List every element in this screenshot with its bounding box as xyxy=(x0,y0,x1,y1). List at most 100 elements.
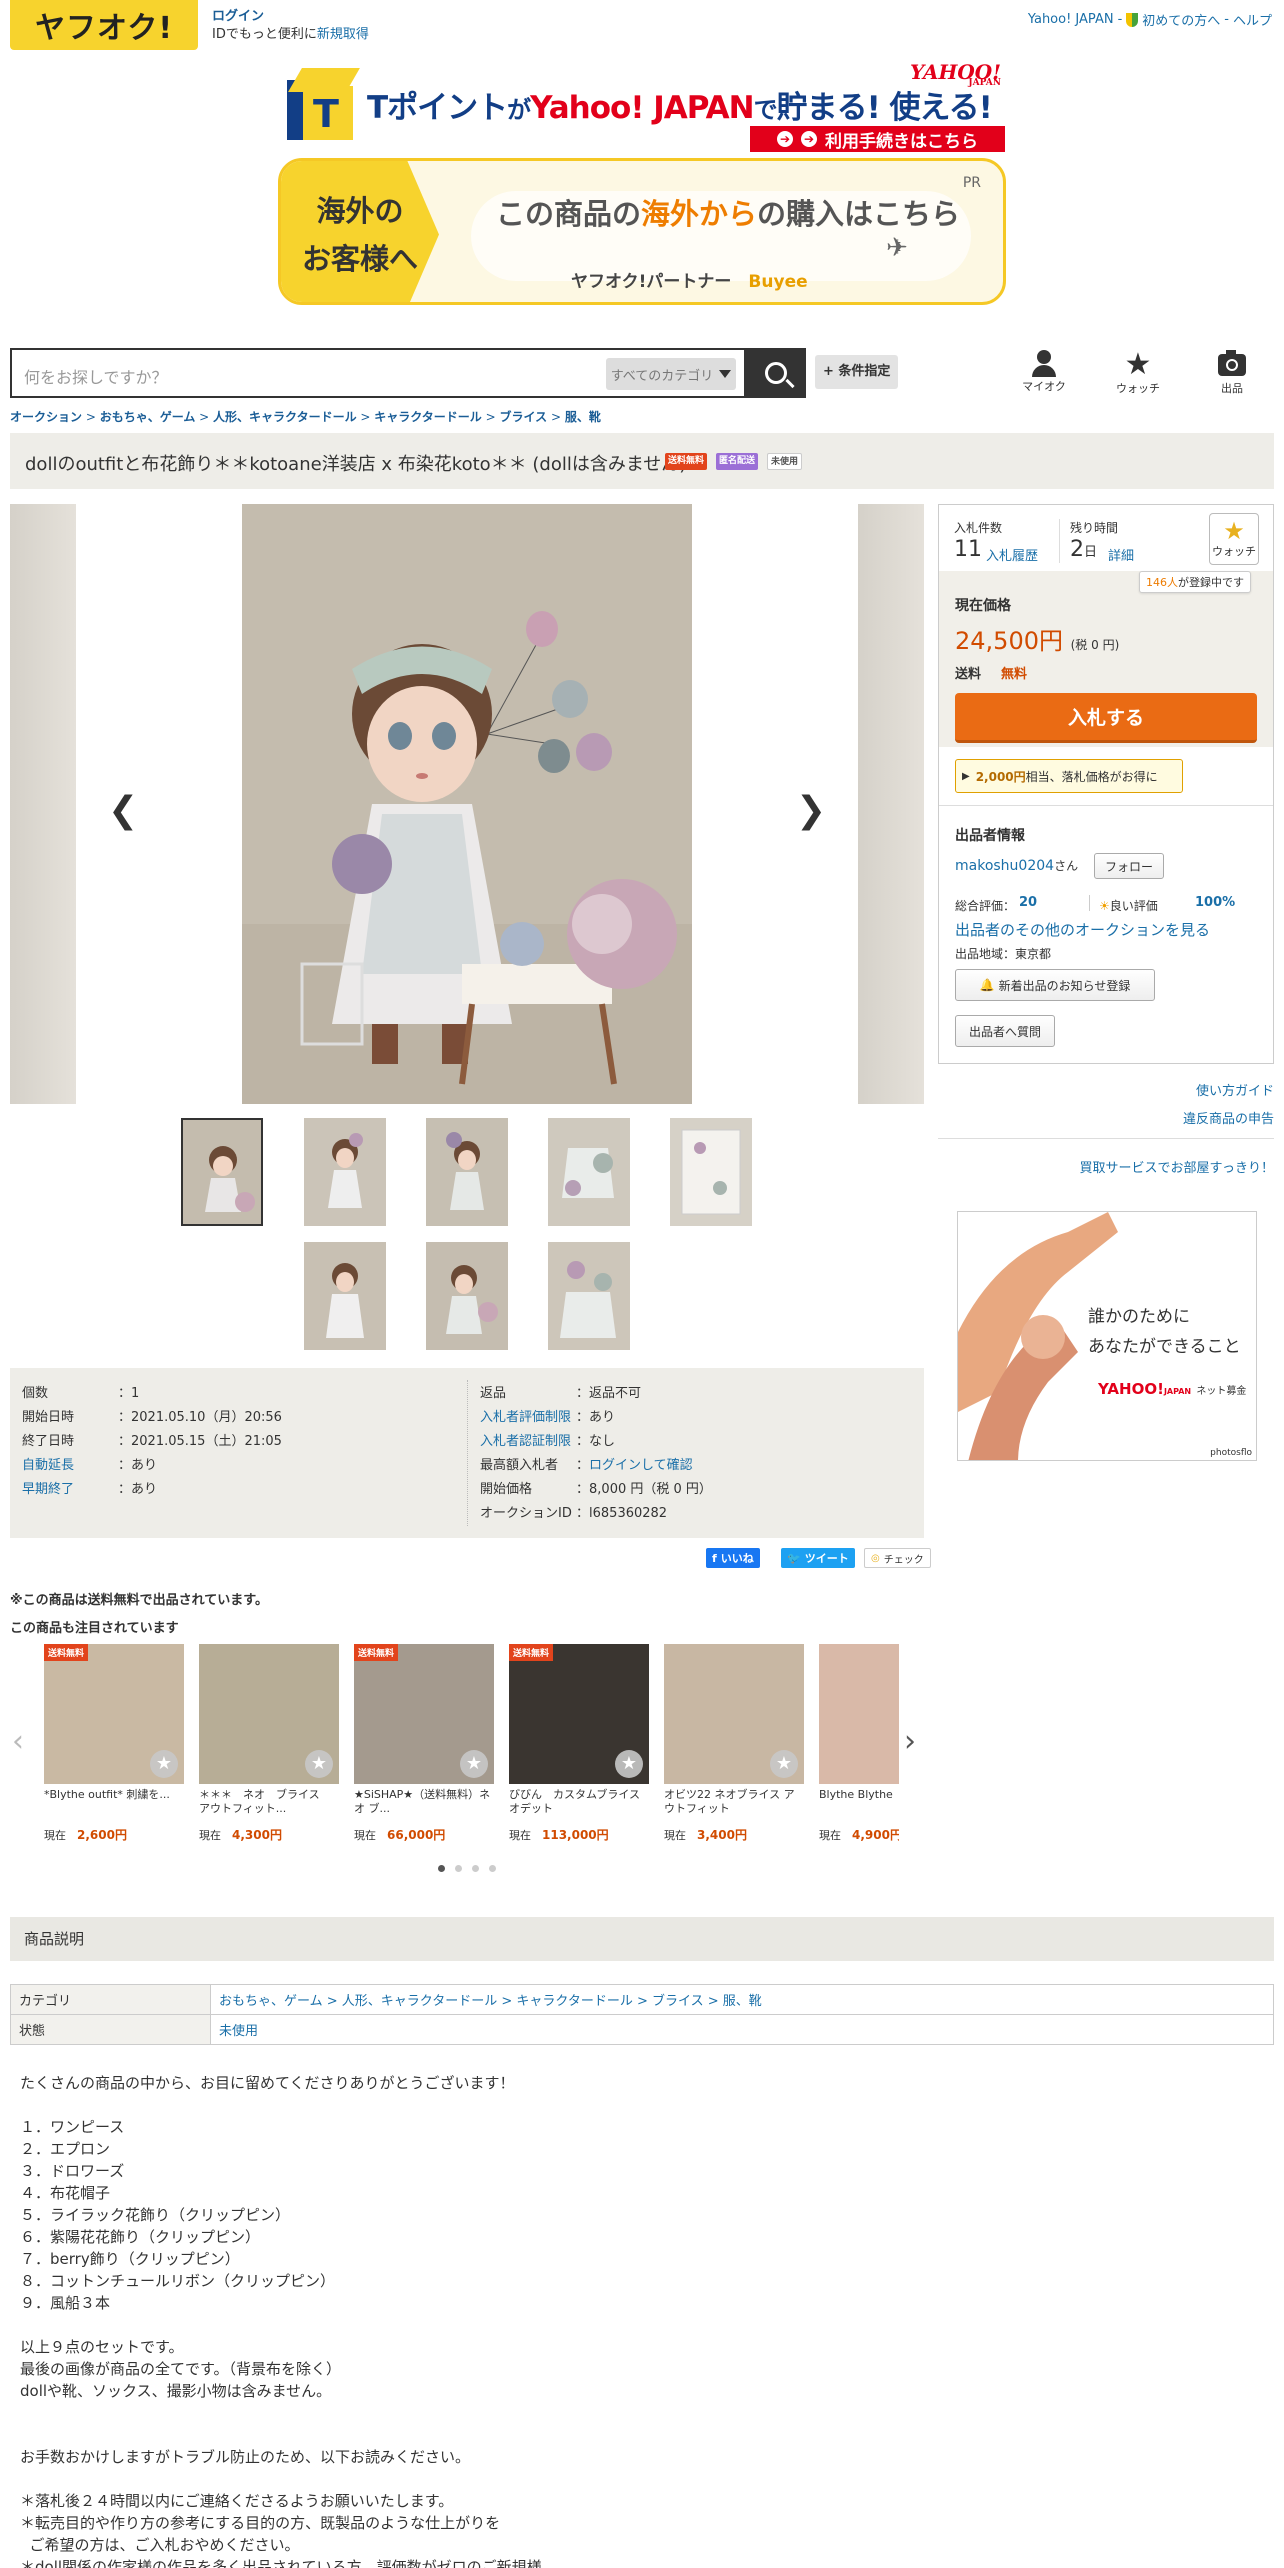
recommend-image: 送料無料 ★ xyxy=(354,1644,494,1784)
category-select[interactable]: すべてのカテゴリ xyxy=(606,358,736,390)
bell-icon: 🔔 xyxy=(979,978,995,992)
recommend-item[interactable]: ★ Blythe Blythe 現在 4,900円 xyxy=(819,1644,899,1844)
star-icon[interactable]: ★ xyxy=(460,1750,488,1778)
prev-image-preview xyxy=(10,504,76,1104)
recommend-item[interactable]: 送料無料 ★ *Blythe outfit* 刺繍を... 現在 2,600円 xyxy=(44,1644,184,1844)
tpoint-register-bar[interactable]: ➔ ➔ 利用手続きはこちら xyxy=(750,126,1005,152)
facebook-like-button[interactable]: f いいね xyxy=(706,1548,760,1568)
star-icon[interactable]: ★ xyxy=(150,1750,178,1778)
my-auction-button[interactable]: マイオク xyxy=(1014,350,1074,394)
carousel-prev-arrow[interactable]: ‹ xyxy=(12,1724,24,1759)
thumbnail[interactable] xyxy=(304,1242,386,1350)
overseas-banner[interactable]: 海外の お客様へ この商品の海外からの購入はこちら PR ✈ ヤフオク!パートナー… xyxy=(278,158,1006,305)
shipping-value: 無料 xyxy=(1001,667,1028,682)
crumb-4[interactable]: ブライス xyxy=(499,410,547,424)
report-link[interactable]: 違反商品の申告 xyxy=(1183,1108,1274,1127)
recommend-name: びびん カスタムブライス オデット xyxy=(509,1788,649,1815)
donation-ad[interactable]: 誰かのために あなたができること YAHOO!JAPAN ネット募金 photos… xyxy=(957,1211,1257,1461)
bid-history-link[interactable]: 入札履歴 xyxy=(986,545,1038,564)
crumb-1[interactable]: おもちゃ、ゲーム xyxy=(100,410,196,424)
item-state[interactable]: 未使用 xyxy=(210,2014,1274,2045)
overseas-partner: ヤフオク!パートナー Buyee xyxy=(571,272,808,292)
recommend-item[interactable]: ★ ＊＊＊ ネオ ブライス アウトフィット... 現在 4,300円 xyxy=(199,1644,339,1844)
good-rating-link[interactable]: 100% xyxy=(1195,895,1235,910)
check-button[interactable]: ◎ チェック xyxy=(864,1548,931,1568)
auto-extend-link[interactable]: 自動延長 xyxy=(22,1454,74,1473)
watch-button[interactable]: ★ ウォッチ xyxy=(1209,513,1259,565)
ad-logo: YAHOO!JAPAN ネット募金 xyxy=(1098,1380,1247,1398)
search-button[interactable] xyxy=(746,348,806,398)
thumbnail[interactable] xyxy=(304,1118,386,1226)
star-icon[interactable]: ★ xyxy=(615,1750,643,1778)
category-table: カテゴリ おもちゃ、ゲーム > 人形、キャラクタードール > キャラクタードール … xyxy=(10,1984,1274,2045)
login-to-confirm-link[interactable]: ログインして確認 xyxy=(589,1458,693,1473)
thumbnail[interactable] xyxy=(548,1242,630,1350)
question-button[interactable]: 出品者へ質問 xyxy=(955,1015,1055,1047)
search-input[interactable]: 何をお探しですか？ すべてのカテゴリ xyxy=(10,348,746,398)
carousel-next-arrow[interactable]: › xyxy=(904,1724,916,1759)
price-box: 現在価格 24,500円 (税 0 円) 送料 無料 入札する xyxy=(939,571,1273,747)
bid-count: 11 xyxy=(954,537,982,562)
star-icon[interactable]: ★ xyxy=(770,1750,798,1778)
search-bar: 何をお探しですか？ すべてのカテゴリ xyxy=(10,348,807,398)
time-left: 2日 xyxy=(1070,537,1098,562)
follow-button[interactable]: フォロー xyxy=(1094,853,1164,879)
thumbnail[interactable] xyxy=(426,1118,508,1226)
watchlist-button[interactable]: ★ ウォッチ xyxy=(1108,350,1168,396)
star-icon[interactable]: ★ xyxy=(305,1750,333,1778)
prev-image-arrow[interactable]: ❮ xyxy=(108,790,138,831)
twitter-icon: 🐦 xyxy=(787,1551,801,1565)
recommend-price: 現在 3,400円 xyxy=(664,1828,747,1842)
help-link[interactable]: ヘルプ xyxy=(1233,10,1272,29)
recommend-image: 送料無料 ★ xyxy=(44,1644,184,1784)
sell-button[interactable]: 出品 xyxy=(1202,350,1262,396)
yahuoku-logo[interactable]: ヤフオク! xyxy=(10,0,198,50)
category-path-link[interactable]: おもちゃ、ゲーム > 人形、キャラクタードール > キャラクタードール > ブラ… xyxy=(210,1984,1274,2015)
thumbnail[interactable] xyxy=(181,1118,263,1226)
condition-button[interactable]: + 条件指定 xyxy=(815,355,899,389)
recommend-price: 現在 4,900円 xyxy=(819,1828,899,1842)
sun-icon: ☀ xyxy=(1099,899,1110,913)
crumb-2[interactable]: 人形、キャラクタードール xyxy=(213,410,357,424)
carousel-dot[interactable] xyxy=(489,1865,496,1872)
search-icon xyxy=(765,362,787,384)
tpoint-banner[interactable]: T TポイントがYahoo! JAPANで貯まる! 使える! YAHOO! JAP… xyxy=(287,60,1005,152)
recommend-item[interactable]: ★ オビツ22 ネオブライス アウトフィット 現在 3,400円 xyxy=(664,1644,804,1844)
triangle-right-icon: ▶ xyxy=(962,770,970,782)
bidder-auth-limit-link[interactable]: 入札者認証制限 xyxy=(480,1430,571,1449)
next-image-arrow[interactable]: ❯ xyxy=(796,790,826,831)
chevron-down-icon xyxy=(719,370,732,378)
thumbnail[interactable] xyxy=(670,1118,752,1226)
recommend-item[interactable]: 送料無料 ★ びびん カスタムブライス オデット 現在 113,000円 xyxy=(509,1644,649,1844)
rating-link[interactable]: 20 xyxy=(1019,895,1037,910)
yahoo-japan-link[interactable]: Yahoo! JAPAN xyxy=(1028,12,1114,27)
carousel-dot[interactable] xyxy=(438,1865,445,1872)
guide-link[interactable]: 使い方ガイド xyxy=(1196,1080,1274,1099)
recommend-image: ★ xyxy=(664,1644,804,1784)
tweet-button[interactable]: 🐦 ツイート xyxy=(781,1548,855,1568)
seller-name-link[interactable]: makoshu0204さん xyxy=(955,857,1078,874)
time-detail-link[interactable]: 詳細 xyxy=(1108,545,1134,564)
recommend-item[interactable]: 送料無料 ★ ★SiSHAP★（送料無料）ネオ ブ... 現在 66,000円 xyxy=(354,1644,494,1844)
seller-info: 出品者情報 makoshu0204さん フォロー 総合評価： 20 ☀良い評価 … xyxy=(939,805,1273,1065)
login-link[interactable]: ログイン xyxy=(212,8,369,26)
early-end-link[interactable]: 早期終了 xyxy=(22,1478,74,1497)
main-product-image[interactable] xyxy=(242,504,692,1104)
carousel-dot[interactable] xyxy=(455,1865,462,1872)
thumbnail[interactable] xyxy=(548,1118,630,1226)
thumbnail[interactable] xyxy=(426,1242,508,1350)
star-icon: ★ xyxy=(1223,517,1245,545)
crumb-0[interactable]: オークション xyxy=(10,410,82,424)
notify-button[interactable]: 🔔 新着出品のお知らせ登録 xyxy=(955,969,1155,1001)
bidder-rating-limit-link[interactable]: 入札者評価制限 xyxy=(480,1406,571,1425)
carousel-dot[interactable] xyxy=(472,1865,479,1872)
beginner-link[interactable]: 初めての方へ xyxy=(1142,10,1220,29)
promo-banner[interactable]: ▶ 2,000円 相当、落札価格がお得に xyxy=(955,759,1183,793)
star-icon: ★ xyxy=(1124,347,1152,382)
crumb-5[interactable]: 服、靴 xyxy=(565,410,601,424)
buyback-link[interactable]: 買取サービスでお部屋すっきり！ xyxy=(1080,1157,1274,1176)
seller-other-auctions-link[interactable]: 出品者のその他のオークションを見る xyxy=(955,919,1210,940)
bid-button[interactable]: 入札する xyxy=(955,693,1257,743)
crumb-3[interactable]: キャラクタードール xyxy=(374,410,482,424)
register-link[interactable]: 新規取得 xyxy=(317,27,369,42)
